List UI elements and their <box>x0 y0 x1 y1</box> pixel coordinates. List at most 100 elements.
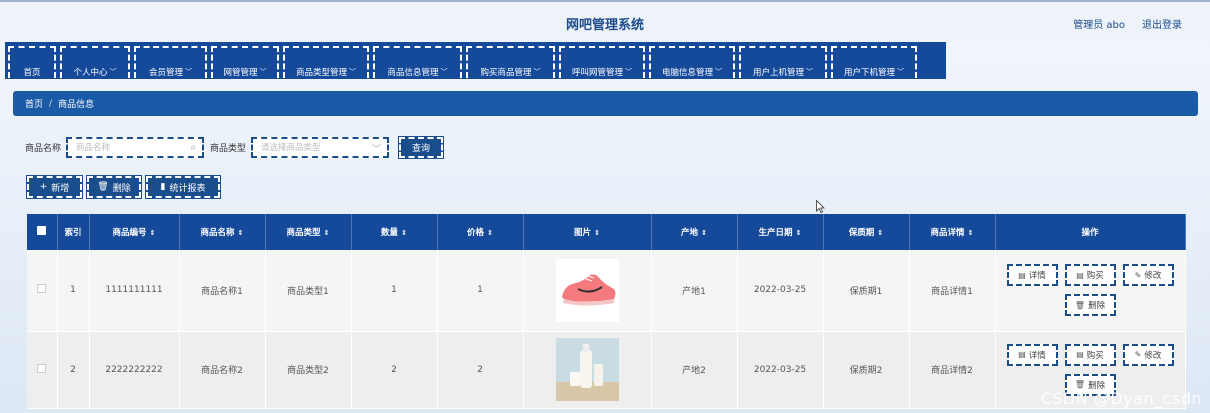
col-origin[interactable]: 产地 ⇕ <box>651 214 738 250</box>
col-label: 商品编号 <box>112 228 147 238</box>
nav-item-personal-center[interactable]: 个人中心 ﹀ <box>60 46 130 78</box>
sort-icon[interactable]: ⇕ <box>324 229 330 237</box>
nav-label: 个人中心 <box>73 68 108 78</box>
sort-icon[interactable]: ⇕ <box>877 229 883 237</box>
breadcrumb-home[interactable]: 首页 <box>25 97 43 110</box>
chevron-down-icon: ﹀ <box>897 68 904 76</box>
edit-label: 修改 <box>1144 350 1162 361</box>
breadcrumb: 首页 / 商品信息 <box>13 91 1198 116</box>
col-shelf-life[interactable]: 保质期 ⇕ <box>823 214 910 250</box>
row-actions: ▤ 详情 ▤ 购买 ✎ 修改 🗑 删除 <box>996 343 1185 396</box>
col-label: 产地 <box>681 228 699 238</box>
trash-icon: 🗑 <box>1074 380 1086 389</box>
cell-date: 2022-03-25 <box>737 331 824 409</box>
chevron-down-icon: ﹀ <box>625 68 632 76</box>
nav-item-call-admin-management[interactable]: 呼叫网管管理 ﹀ <box>559 46 645 78</box>
cell-detail: 商品详情1 <box>909 250 996 332</box>
cell-code: 1111111111 <box>89 250 180 332</box>
col-label: 图片 <box>574 228 592 238</box>
col-type[interactable]: 商品类型 ⇕ <box>265 214 352 250</box>
row-delete-button[interactable]: 🗑 删除 <box>1064 294 1116 317</box>
nav-item-user-offline-management[interactable]: 用户下机管理 ﹀ <box>831 46 917 78</box>
plus-icon: + <box>39 182 48 192</box>
row-actions: ▤ 详情 ▤ 购买 ✎ 修改 🗑 删除 <box>996 264 1185 317</box>
nav-label: 用户下机管理 <box>843 68 895 78</box>
product-name-input[interactable]: 商品名称 ⌕ <box>66 136 205 158</box>
col-detail[interactable]: 商品详情 ⇕ <box>909 214 996 250</box>
sort-icon[interactable]: ⇕ <box>150 229 156 237</box>
report-button[interactable]: ▮ 统计报表 <box>145 175 221 199</box>
table-row: 1 1111111111 商品名称1 商品类型1 1 1 产地1 2022-03… <box>27 250 1186 332</box>
document-icon: ▤ <box>1076 350 1084 359</box>
cell-code: 2222222222 <box>89 331 180 409</box>
edit-button[interactable]: ✎ 修改 <box>1122 343 1174 366</box>
nav-label: 首页 <box>23 68 41 78</box>
buy-label: 购买 <box>1086 350 1104 361</box>
sort-icon[interactable]: ⇕ <box>796 229 802 237</box>
nav-item-purchase-management[interactable]: 购买商品管理 ﹀ <box>466 46 555 78</box>
chevron-down-icon: ﹀ <box>533 68 541 76</box>
detail-button[interactable]: ▤ 详情 <box>1006 264 1058 287</box>
chevron-down-icon: ﹀ <box>349 68 356 76</box>
col-qty[interactable]: 数量 ⇕ <box>351 214 438 250</box>
nav-item-computer-info-management[interactable]: 电脑信息管理 ﹀ <box>649 46 735 78</box>
cell-index: 1 <box>57 250 90 332</box>
admin-user-label[interactable]: 管理员 abo <box>1073 16 1125 31</box>
cell-origin: 产地1 <box>651 250 738 332</box>
product-name-placeholder: 商品名称 <box>76 143 111 153</box>
detail-button[interactable]: ▤ 详情 <box>1006 343 1058 366</box>
edit-button[interactable]: ✎ 修改 <box>1122 264 1174 287</box>
nav-label: 会员管理 <box>148 68 183 78</box>
detail-label: 详情 <box>1028 271 1046 282</box>
nav-item-user-online-management[interactable]: 用户上机管理 ﹀ <box>739 46 827 78</box>
col-price[interactable]: 价格 ⇕ <box>437 214 524 250</box>
product-name-label: 商品名称 <box>25 143 62 154</box>
select-all-checkbox[interactable] <box>37 226 47 235</box>
nav-item-product-info-management[interactable]: 商品信息管理 ﹀ <box>373 46 462 78</box>
buy-button[interactable]: ▤ 购买 <box>1064 343 1116 366</box>
add-label: 新增 <box>51 183 70 194</box>
pink-sneaker-image <box>555 258 619 322</box>
cell-name: 商品名称1 <box>179 250 266 332</box>
nav-item-home[interactable]: 首页 <box>8 46 56 78</box>
col-image[interactable]: 图片 ⇕ <box>523 214 652 250</box>
row-checkbox[interactable] <box>37 284 47 294</box>
buy-button[interactable]: ▤ 购买 <box>1064 264 1116 287</box>
col-label: 商品详情 <box>930 228 965 238</box>
sort-icon[interactable]: ⇕ <box>401 229 407 237</box>
sort-icon[interactable]: ⇕ <box>487 229 493 237</box>
select-all-cell[interactable] <box>27 214 58 250</box>
sort-icon[interactable]: ⇕ <box>594 229 600 237</box>
nav-item-product-type-management[interactable]: 商品类型管理 ﹀ <box>283 46 369 78</box>
row-select-cell[interactable] <box>27 250 58 332</box>
nav-item-netadmin-management[interactable]: 网管管理 ﹀ <box>211 46 279 78</box>
col-label: 生产日期 <box>758 228 793 238</box>
sort-icon[interactable]: ⇕ <box>238 229 244 237</box>
add-button[interactable]: + 新增 <box>26 175 83 199</box>
delete-button[interactable]: 🗑 删除 <box>86 175 142 199</box>
nav-item-member-management[interactable]: 会员管理 ﹀ <box>134 46 207 78</box>
delete-label: 删除 <box>1088 301 1106 312</box>
col-date[interactable]: 生产日期 ⇕ <box>737 214 824 250</box>
product-type-select[interactable]: 请选择商品类型 ﹀ <box>251 136 390 158</box>
cell-name: 商品名称2 <box>179 331 266 409</box>
chevron-down-icon: ﹀ <box>440 68 448 76</box>
cell-image <box>523 331 652 409</box>
query-button[interactable]: 查询 <box>398 135 445 159</box>
col-name[interactable]: 商品名称 ⇕ <box>179 214 266 250</box>
product-type-label: 商品类型 <box>210 143 247 154</box>
chevron-down-icon: ﹀ <box>109 68 117 76</box>
col-label: 操作 <box>1081 228 1099 238</box>
chevron-down-icon: ﹀ <box>185 68 192 76</box>
logout-link[interactable]: 退出登录 <box>1142 16 1182 31</box>
col-code[interactable]: 商品编号 ⇕ <box>89 214 180 250</box>
bar-chart-icon: ▮ <box>160 182 166 192</box>
milk-bottles-image <box>555 338 619 401</box>
row-select-cell[interactable] <box>27 331 58 409</box>
sort-icon[interactable]: ⇕ <box>701 229 707 237</box>
cell-shelf-life: 保质期2 <box>823 331 910 409</box>
sort-icon[interactable]: ⇕ <box>968 229 974 237</box>
row-checkbox[interactable] <box>37 363 47 373</box>
search-icon: ⌕ <box>190 141 197 153</box>
cell-type: 商品类型1 <box>265 250 352 332</box>
